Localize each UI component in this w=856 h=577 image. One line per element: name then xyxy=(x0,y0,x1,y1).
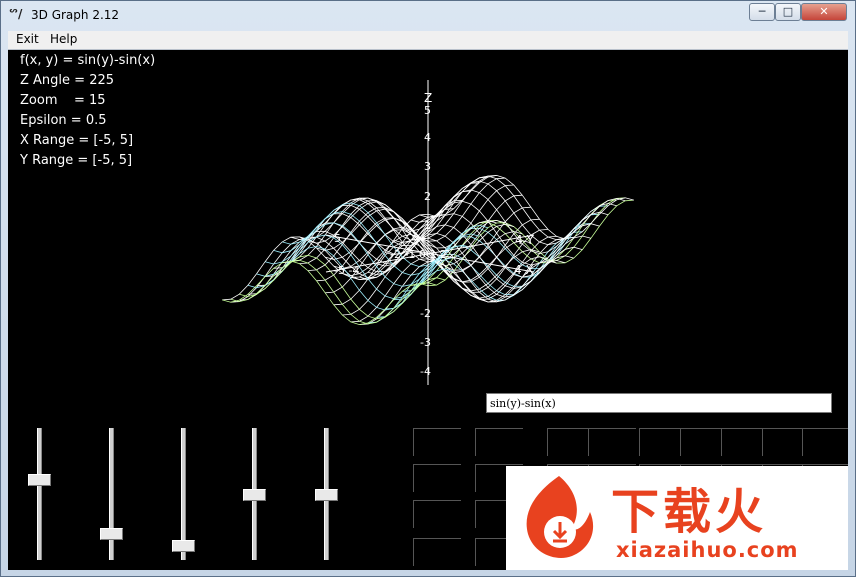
slider-thumb[interactable] xyxy=(243,489,266,501)
mesh-line xyxy=(222,260,429,326)
slider-track xyxy=(37,428,42,560)
menu-exit[interactable]: Exit xyxy=(16,32,39,46)
app-window: ᔥ/ 3D Graph 2.12 ─ □ ✕ Exit Help f(x, y)… xyxy=(0,0,856,577)
fire-download-icon xyxy=(526,476,594,558)
grid-cell xyxy=(413,464,461,492)
watermark: 下载火 xiazaihuo.com xyxy=(506,466,848,570)
z-tick-3: 3 xyxy=(424,160,431,173)
grid-cell xyxy=(413,428,461,456)
left-tick-5: 5 xyxy=(334,232,341,245)
function-input[interactable] xyxy=(486,393,832,413)
z-tick-5: 5 xyxy=(424,104,431,117)
watermark-domain: xiazaihuo.com xyxy=(616,538,799,562)
window-title: 3D Graph 2.12 xyxy=(31,8,120,22)
slider-track xyxy=(109,428,114,560)
slider-4[interactable] xyxy=(239,428,269,560)
surface-plot[interactable]: Z 5 4 3 2 1 -2 -3 -4 4 X 4 Y 5 -5 -4 -2 … xyxy=(8,50,848,390)
slider-thumb[interactable] xyxy=(315,489,338,501)
maximize-button[interactable]: □ xyxy=(775,3,801,21)
menu-help[interactable]: Help xyxy=(50,32,77,46)
z-tick-neg2: -2 xyxy=(420,307,431,320)
slider-3[interactable] xyxy=(168,428,198,560)
title-bar[interactable]: ᔥ/ 3D Graph 2.12 ─ □ ✕ xyxy=(1,1,855,29)
grid-cell xyxy=(588,428,636,456)
mid-ticks: -2 -1 0 1 2 xyxy=(390,248,447,261)
grid-cell xyxy=(413,538,461,566)
slider-thumb[interactable] xyxy=(28,474,51,486)
z-tick-1: 1 xyxy=(424,219,431,232)
z-axis-label: Z xyxy=(424,91,432,105)
slider-2[interactable] xyxy=(96,428,126,560)
y-axis-label: 4 Y xyxy=(515,233,534,247)
slider-thumb[interactable] xyxy=(172,540,195,552)
x-axis-label: 4 X xyxy=(514,263,534,277)
mesh-line xyxy=(427,174,634,240)
z-tick-2: 2 xyxy=(424,190,431,203)
slider-1[interactable] xyxy=(24,428,54,560)
slider-5[interactable] xyxy=(311,428,341,560)
minimize-button[interactable]: ─ xyxy=(749,3,775,21)
close-button[interactable]: ✕ xyxy=(801,3,847,21)
grid-cell xyxy=(802,428,848,456)
watermark-text: 下载火 xyxy=(611,484,768,540)
grid-cell xyxy=(413,500,461,528)
z-tick-4: 4 xyxy=(424,131,431,144)
menu-bar: Exit Help xyxy=(8,31,848,50)
left-ticks: -5 -4 xyxy=(334,264,359,277)
z-tick-neg4: -4 xyxy=(420,365,431,378)
grid-cell xyxy=(475,428,523,456)
graph-canvas[interactable]: f(x, y) = sin(y)-sin(x) Z Angle = 225 Zo… xyxy=(8,50,848,570)
slider-thumb[interactable] xyxy=(100,528,123,540)
app-icon: ᔥ/ xyxy=(9,7,23,21)
z-tick-neg3: -3 xyxy=(420,336,431,349)
